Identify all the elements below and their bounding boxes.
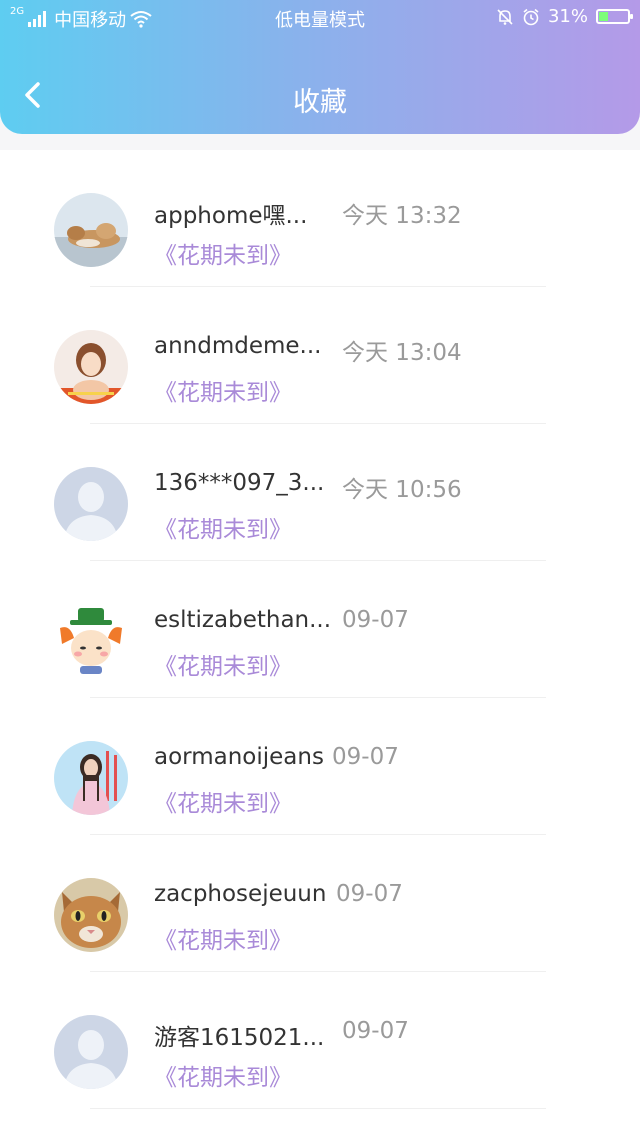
book-title[interactable]: 《花期未到》	[154, 373, 292, 407]
list-item[interactable]: aormanoijeans 09-07 《花期未到》	[0, 698, 640, 835]
list-item[interactable]: esltizabethan... 09-07 《花期未到》	[0, 561, 640, 698]
alarm-icon	[523, 8, 539, 25]
battery-icon	[596, 9, 633, 24]
bell-muted-icon	[497, 8, 513, 25]
username: anndmdeme...	[154, 333, 322, 359]
username: 136***097_3...	[154, 470, 325, 496]
username: apphome嘿...	[154, 203, 308, 229]
avatar[interactable]	[54, 467, 128, 541]
book-title[interactable]: 《花期未到》	[154, 1058, 292, 1092]
timestamp: 09-07	[332, 744, 399, 770]
default-avatar-icon	[54, 1015, 128, 1089]
kitten-photo-avatar	[54, 878, 128, 952]
username: aormanoijeans	[154, 744, 324, 770]
timestamp: 今天 10:56	[342, 477, 462, 503]
book-title[interactable]: 《花期未到》	[154, 647, 292, 681]
avatar[interactable]	[54, 741, 128, 815]
timestamp: 今天 13:32	[342, 203, 462, 229]
list-item[interactable]: 136***097_3... 今天 10:56 《花期未到》	[0, 424, 640, 561]
book-title[interactable]: 《花期未到》	[154, 921, 292, 955]
book-title[interactable]: 《花期未到》	[154, 510, 292, 544]
cartoon-clown-avatar	[54, 604, 128, 678]
list-item[interactable]: apphome嘿... 今天 13:32 《花期未到》	[0, 150, 640, 287]
list-item[interactable]: anndmdeme... 今天 13:04 《花期未到》	[0, 287, 640, 424]
header: 2G 中国移动 低电量模式 31% 收藏	[0, 0, 640, 134]
page-title: 收藏	[293, 87, 347, 118]
battery-percent: 31%	[547, 6, 588, 27]
timestamp: 09-07	[342, 1018, 409, 1044]
woman-photo-avatar	[54, 741, 128, 815]
divider	[90, 1108, 546, 1109]
book-title[interactable]: 《花期未到》	[154, 236, 292, 270]
timestamp: 09-07	[342, 607, 409, 633]
list-item[interactable]: zacphosejeuun 09-07 《花期未到》	[0, 835, 640, 972]
avatar[interactable]	[54, 1015, 128, 1089]
girl-photo-avatar	[54, 330, 128, 404]
favorites-list: apphome嘿... 今天 13:32 《花期未到》 anndmdeme...…	[0, 150, 640, 1138]
list-item[interactable]: 游客1615021... 09-07 《花期未到》	[0, 972, 640, 1109]
default-avatar-icon	[54, 467, 128, 541]
status-bar: 2G 中国移动 低电量模式 31%	[0, 0, 640, 34]
timestamp: 09-07	[336, 881, 403, 907]
username: esltizabethan...	[154, 607, 332, 633]
timestamp: 今天 13:04	[342, 340, 462, 366]
navigation-bar: 收藏	[0, 60, 640, 134]
avatar[interactable]	[54, 878, 128, 952]
cat-photo-avatar	[54, 193, 128, 267]
book-title[interactable]: 《花期未到》	[154, 784, 292, 818]
username: 游客1615021...	[154, 1025, 325, 1051]
avatar[interactable]	[54, 330, 128, 404]
avatar[interactable]	[54, 193, 128, 267]
avatar[interactable]	[54, 604, 128, 678]
username: zacphosejeuun	[154, 881, 327, 907]
